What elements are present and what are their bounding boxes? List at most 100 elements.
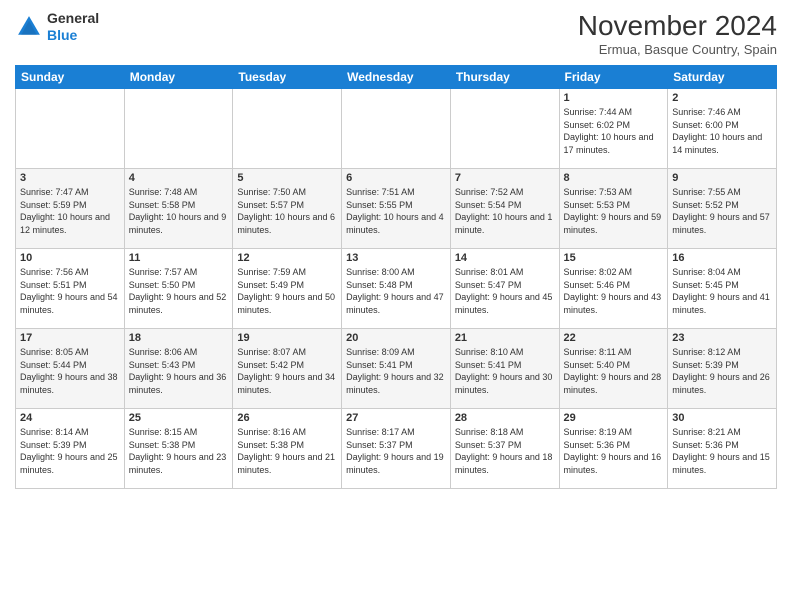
col-header-tuesday: Tuesday: [233, 66, 342, 89]
day-info: Sunrise: 8:15 AMSunset: 5:38 PMDaylight:…: [129, 426, 229, 476]
day-cell: 21Sunrise: 8:10 AMSunset: 5:41 PMDayligh…: [450, 329, 559, 409]
day-number: 14: [455, 252, 555, 264]
header: General Blue November 2024 Ermua, Basque…: [15, 10, 777, 57]
day-info: Sunrise: 7:52 AMSunset: 5:54 PMDaylight:…: [455, 186, 555, 236]
day-cell: 3Sunrise: 7:47 AMSunset: 5:59 PMDaylight…: [16, 169, 125, 249]
day-cell: 9 Sunrise: 7:55 AMSunset: 5:52 PMDaylight…: [668, 169, 777, 249]
day-info: Sunrise: 7:44 AMSunset: 6:02 PMDaylight:…: [564, 106, 664, 156]
day-info: Sunrise: 8:12 AMSunset: 5:39 PMDaylight:…: [672, 346, 772, 396]
day-cell: 19 Sunrise: 8:07 AMSunset: 5:42 PMDayligh…: [233, 329, 342, 409]
day-info: Sunrise: 8:05 AMSunset: 5:44 PMDaylight:…: [20, 346, 120, 396]
day-cell: 10 Sunrise: 7:56 AMSunset: 5:51 PMDayligh…: [16, 249, 125, 329]
day-number: 26: [237, 412, 337, 424]
day-cell: [16, 89, 125, 169]
day-info: Sunrise: 8:00 AMSunset: 5:48 PMDaylight:…: [346, 266, 446, 316]
col-header-wednesday: Wednesday: [342, 66, 451, 89]
day-cell: 7 Sunrise: 7:52 AMSunset: 5:54 PMDaylight…: [450, 169, 559, 249]
day-cell: 29 Sunrise: 8:19 AMSunset: 5:36 PMDayligh…: [559, 409, 668, 489]
week-row-2: 3Sunrise: 7:47 AMSunset: 5:59 PMDaylight…: [16, 169, 777, 249]
day-info: Sunrise: 8:11 AMSunset: 5:40 PMDaylight:…: [564, 346, 664, 396]
day-cell: 4 Sunrise: 7:48 AMSunset: 5:58 PMDaylight…: [124, 169, 233, 249]
day-cell: 20Sunrise: 8:09 AMSunset: 5:41 PMDayligh…: [342, 329, 451, 409]
day-cell: [450, 89, 559, 169]
day-cell: [342, 89, 451, 169]
day-number: 22: [564, 332, 664, 344]
day-cell: 6 Sunrise: 7:51 AMSunset: 5:55 PMDaylight…: [342, 169, 451, 249]
day-info: Sunrise: 8:18 AMSunset: 5:37 PMDaylight:…: [455, 426, 555, 476]
day-number: 17: [20, 332, 120, 344]
calendar-table: SundayMondayTuesdayWednesdayThursdayFrid…: [15, 65, 777, 489]
day-cell: 14 Sunrise: 8:01 AMSunset: 5:47 PMDayligh…: [450, 249, 559, 329]
day-cell: [233, 89, 342, 169]
day-number: 15: [564, 252, 664, 264]
col-header-monday: Monday: [124, 66, 233, 89]
title-area: November 2024 Ermua, Basque Country, Spa…: [578, 10, 777, 57]
day-number: 9: [672, 172, 772, 184]
day-cell: 8 Sunrise: 7:53 AMSunset: 5:53 PMDaylight…: [559, 169, 668, 249]
day-info: Sunrise: 8:09 AMSunset: 5:41 PMDaylight:…: [346, 346, 446, 396]
day-cell: 2 Sunrise: 7:46 AMSunset: 6:00 PMDaylight…: [668, 89, 777, 169]
day-number: 16: [672, 252, 772, 264]
logo-blue: Blue: [47, 27, 77, 43]
day-info: Sunrise: 7:56 AMSunset: 5:51 PMDaylight:…: [20, 266, 120, 316]
day-header-row: SundayMondayTuesdayWednesdayThursdayFrid…: [16, 66, 777, 89]
logo-general: General: [47, 10, 99, 26]
day-info: Sunrise: 8:19 AMSunset: 5:36 PMDaylight:…: [564, 426, 664, 476]
day-number: 10: [20, 252, 120, 264]
week-row-1: 1Sunrise: 7:44 AMSunset: 6:02 PMDaylight…: [16, 89, 777, 169]
day-info: Sunrise: 7:53 AMSunset: 5:53 PMDaylight:…: [564, 186, 664, 236]
day-number: 23: [672, 332, 772, 344]
day-number: 2: [672, 92, 772, 104]
day-info: Sunrise: 7:46 AMSunset: 6:00 PMDaylight:…: [672, 106, 772, 156]
day-info: Sunrise: 8:17 AMSunset: 5:37 PMDaylight:…: [346, 426, 446, 476]
day-cell: 11Sunrise: 7:57 AMSunset: 5:50 PMDayligh…: [124, 249, 233, 329]
day-cell: 13Sunrise: 8:00 AMSunset: 5:48 PMDayligh…: [342, 249, 451, 329]
day-number: 27: [346, 412, 446, 424]
day-info: Sunrise: 7:59 AMSunset: 5:49 PMDaylight:…: [237, 266, 337, 316]
day-cell: 12Sunrise: 7:59 AMSunset: 5:49 PMDayligh…: [233, 249, 342, 329]
day-info: Sunrise: 7:51 AMSunset: 5:55 PMDaylight:…: [346, 186, 446, 236]
col-header-friday: Friday: [559, 66, 668, 89]
day-number: 25: [129, 412, 229, 424]
day-cell: 1Sunrise: 7:44 AMSunset: 6:02 PMDaylight…: [559, 89, 668, 169]
col-header-sunday: Sunday: [16, 66, 125, 89]
day-cell: [124, 89, 233, 169]
day-number: 4: [129, 172, 229, 184]
day-info: Sunrise: 8:06 AMSunset: 5:43 PMDaylight:…: [129, 346, 229, 396]
day-number: 8: [564, 172, 664, 184]
day-number: 5: [237, 172, 337, 184]
day-cell: 28 Sunrise: 8:18 AMSunset: 5:37 PMDayligh…: [450, 409, 559, 489]
day-cell: 22 Sunrise: 8:11 AMSunset: 5:40 PMDayligh…: [559, 329, 668, 409]
day-info: Sunrise: 7:50 AMSunset: 5:57 PMDaylight:…: [237, 186, 337, 236]
logo: General Blue: [15, 10, 99, 44]
day-cell: 23 Sunrise: 8:12 AMSunset: 5:39 PMDayligh…: [668, 329, 777, 409]
day-cell: 30Sunrise: 8:21 AMSunset: 5:36 PMDayligh…: [668, 409, 777, 489]
location-subtitle: Ermua, Basque Country, Spain: [578, 42, 777, 57]
day-info: Sunrise: 7:57 AMSunset: 5:50 PMDaylight:…: [129, 266, 229, 316]
day-number: 3: [20, 172, 120, 184]
day-number: 7: [455, 172, 555, 184]
page: General Blue November 2024 Ermua, Basque…: [0, 0, 792, 612]
day-cell: 24Sunrise: 8:14 AMSunset: 5:39 PMDayligh…: [16, 409, 125, 489]
day-cell: 26Sunrise: 8:16 AMSunset: 5:38 PMDayligh…: [233, 409, 342, 489]
col-header-thursday: Thursday: [450, 66, 559, 89]
day-cell: 16Sunrise: 8:04 AMSunset: 5:45 PMDayligh…: [668, 249, 777, 329]
logo-icon: [15, 13, 43, 41]
day-info: Sunrise: 8:14 AMSunset: 5:39 PMDaylight:…: [20, 426, 120, 476]
day-number: 28: [455, 412, 555, 424]
logo-text: General Blue: [47, 10, 99, 44]
week-row-4: 17 Sunrise: 8:05 AMSunset: 5:44 PMDayligh…: [16, 329, 777, 409]
day-info: Sunrise: 8:02 AMSunset: 5:46 PMDaylight:…: [564, 266, 664, 316]
week-row-3: 10 Sunrise: 7:56 AMSunset: 5:51 PMDayligh…: [16, 249, 777, 329]
day-number: 19: [237, 332, 337, 344]
day-info: Sunrise: 7:55 AMSunset: 5:52 PMDaylight:…: [672, 186, 772, 236]
day-number: 29: [564, 412, 664, 424]
day-number: 30: [672, 412, 772, 424]
day-cell: 15 Sunrise: 8:02 AMSunset: 5:46 PMDayligh…: [559, 249, 668, 329]
day-info: Sunrise: 8:01 AMSunset: 5:47 PMDaylight:…: [455, 266, 555, 316]
day-info: Sunrise: 8:07 AMSunset: 5:42 PMDaylight:…: [237, 346, 337, 396]
day-cell: 5 Sunrise: 7:50 AMSunset: 5:57 PMDaylight…: [233, 169, 342, 249]
col-header-saturday: Saturday: [668, 66, 777, 89]
day-info: Sunrise: 7:48 AMSunset: 5:58 PMDaylight:…: [129, 186, 229, 236]
day-number: 6: [346, 172, 446, 184]
